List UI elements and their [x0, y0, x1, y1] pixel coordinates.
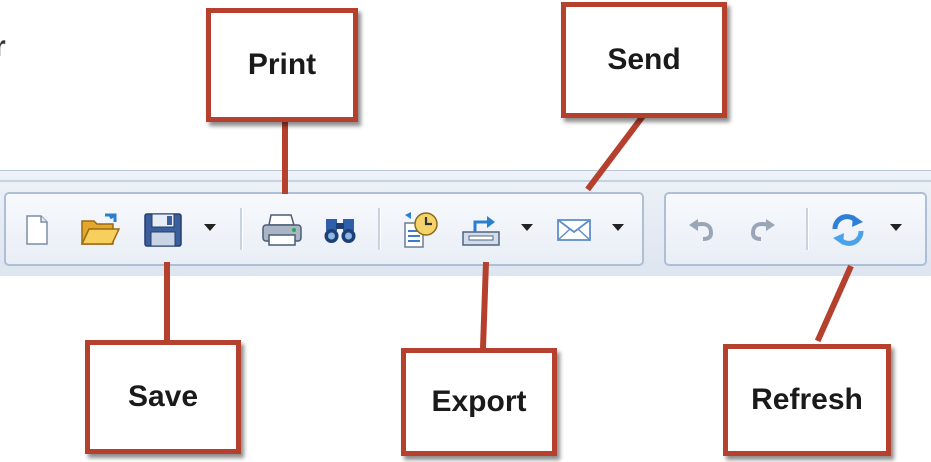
refresh-callout: Refresh [723, 344, 891, 456]
binoculars-icon [323, 215, 357, 245]
undo-button[interactable] [684, 212, 720, 248]
schedule-button[interactable] [398, 212, 442, 248]
export-callout: Export [401, 348, 557, 456]
toolbar-separator [806, 208, 809, 250]
floppy-disk-icon [143, 212, 183, 248]
print-button[interactable] [260, 212, 304, 248]
printer-icon [261, 213, 303, 247]
redo-button[interactable] [744, 212, 780, 248]
save-dropdown-arrow[interactable] [204, 224, 216, 231]
save-button[interactable] [142, 212, 184, 248]
send-button[interactable] [554, 212, 594, 248]
find-button[interactable] [322, 212, 358, 248]
toolbar-separator [378, 208, 381, 250]
export-dropdown-arrow[interactable] [521, 224, 533, 231]
refresh-icon [829, 213, 867, 247]
open-button[interactable] [78, 212, 122, 248]
send-dropdown-arrow[interactable] [612, 224, 624, 231]
save-callout-line [164, 262, 170, 344]
folder-open-icon [79, 213, 121, 247]
refresh-dropdown-arrow[interactable] [890, 224, 902, 231]
refresh-callout-line [814, 264, 854, 343]
toolbar-top-divider [0, 180, 931, 182]
print-callout-line [282, 120, 288, 194]
print-callout: Print [206, 8, 358, 122]
document-icon [25, 215, 49, 245]
save-callout: Save [85, 340, 241, 454]
send-callout: Send [561, 2, 727, 118]
redo-icon [747, 217, 777, 243]
export-button[interactable] [458, 212, 504, 248]
refresh-button[interactable] [828, 212, 868, 248]
new-document-button[interactable] [22, 212, 52, 248]
cut-off-heading-text: r [0, 30, 6, 64]
envelope-icon [556, 217, 592, 243]
export-tray-icon [459, 212, 503, 248]
clock-document-icon [399, 211, 441, 249]
undo-icon [687, 217, 717, 243]
toolbar-separator [240, 208, 243, 250]
